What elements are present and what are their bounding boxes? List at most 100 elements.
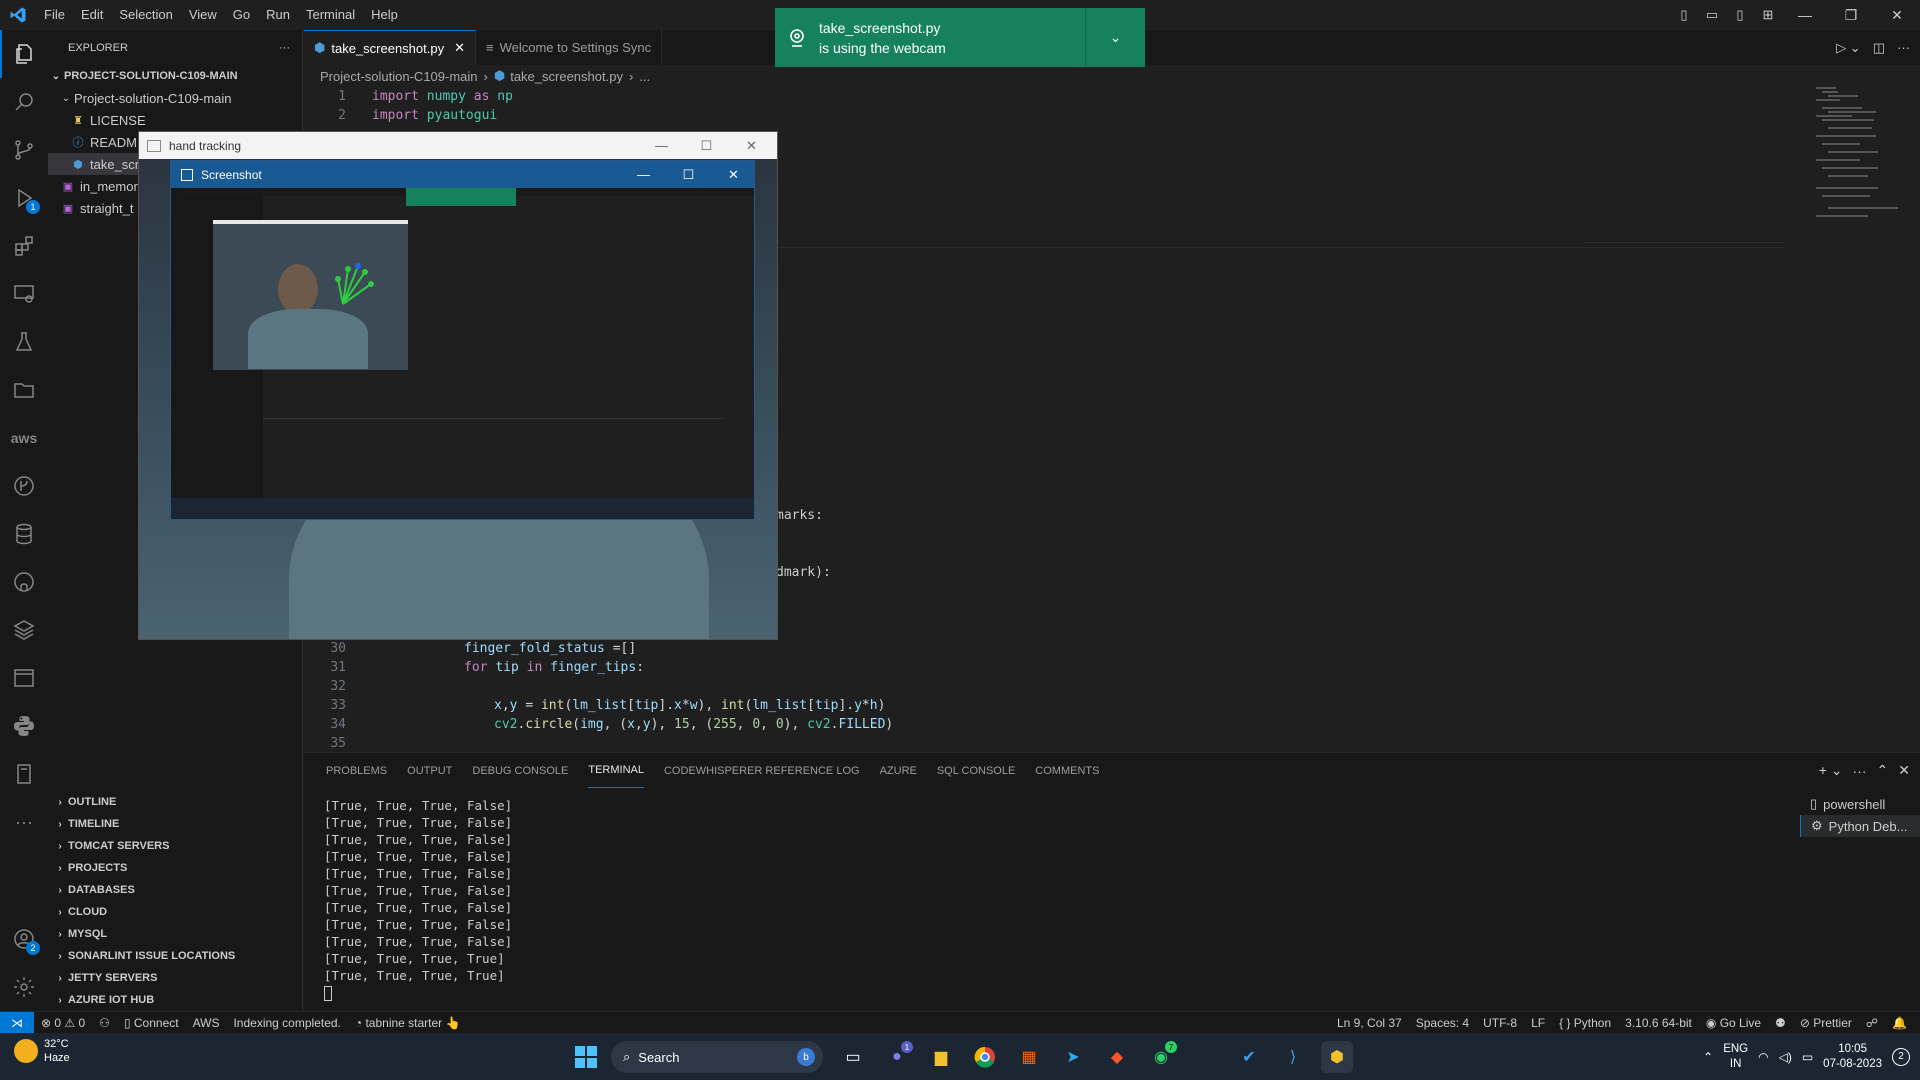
vscode-taskbar-icon[interactable]: ⟩	[1277, 1041, 1309, 1073]
telegram-icon[interactable]: ➤	[1057, 1041, 1089, 1073]
run-python-icon[interactable]: ▷ ⌄	[1836, 40, 1861, 56]
section-outline[interactable]: › OUTLINE	[48, 791, 302, 813]
microsoft-store-icon[interactable]: ▦	[1013, 1041, 1045, 1073]
hand-tracking-titlebar[interactable]: hand tracking — ☐ ✕	[139, 132, 777, 159]
problems-count[interactable]: ⊗ 0 ⚠ 0	[34, 1016, 92, 1030]
section-projects[interactable]: › PROJECTS	[48, 857, 302, 879]
indentation[interactable]: Spaces: 4	[1409, 1016, 1476, 1030]
menu-selection[interactable]: Selection	[111, 0, 180, 30]
todo-icon[interactable]: ✔	[1233, 1041, 1265, 1073]
run-debug-icon[interactable]: 1	[0, 174, 48, 222]
clock[interactable]: 10:05 07-08-2023	[1823, 1042, 1882, 1072]
close-window-button[interactable]: ✕	[1874, 0, 1920, 30]
copilot-icon[interactable]: ⚉	[1768, 1016, 1793, 1030]
aws-icon[interactable]: aws	[0, 414, 48, 462]
explorer-more-icon[interactable]: ···	[279, 42, 290, 54]
section-databases[interactable]: › DATABASES	[48, 879, 302, 901]
tray-overflow-icon[interactable]: ⌃	[1703, 1050, 1713, 1064]
encoding[interactable]: UTF-8	[1476, 1016, 1524, 1030]
aws-status[interactable]: AWS	[186, 1016, 227, 1030]
weather-widget[interactable]: 32°C Haze	[14, 1037, 70, 1065]
extensions-icon[interactable]	[0, 222, 48, 270]
tab-take-screenshot[interactable]: ⬢ take_screenshot.py ✕	[304, 30, 476, 65]
restore-button[interactable]: ❐	[1828, 0, 1874, 30]
section-mysql[interactable]: › MYSQL	[48, 923, 302, 945]
breadcrumb-symbol[interactable]: ...	[639, 69, 650, 84]
toggle-panel-icon[interactable]: ▭	[1698, 0, 1726, 30]
feedback-icon[interactable]: ☍	[1859, 1016, 1885, 1030]
cursor-position[interactable]: Ln 9, Col 37	[1330, 1016, 1409, 1030]
prettier[interactable]: ⊘ Prettier	[1793, 1016, 1859, 1030]
tab-output[interactable]: OUTPUT	[407, 753, 452, 788]
whatsapp-icon[interactable]: ◉ 7	[1145, 1041, 1177, 1073]
more-actions-icon[interactable]: ···	[1897, 40, 1910, 55]
close-panel-icon[interactable]: ✕	[1898, 762, 1910, 779]
screenshot-window[interactable]: Screenshot — ☐ ✕	[170, 160, 755, 520]
teams-icon[interactable]: ● 1	[881, 1041, 913, 1073]
workspace-root[interactable]: ⌄ PROJECT-SOLUTION-C109-MAIN	[48, 65, 302, 87]
minimize-button[interactable]: —	[639, 132, 684, 159]
maximize-button[interactable]: ☐	[666, 161, 711, 188]
screenshot-titlebar[interactable]: Screenshot — ☐ ✕	[171, 161, 754, 188]
section-azure-iot-hub[interactable]: › AZURE IOT HUB	[48, 989, 302, 1011]
database-icon[interactable]	[0, 510, 48, 558]
chevron-down-icon[interactable]: ⌄	[1085, 8, 1145, 67]
tab-settings-sync[interactable]: ≡ Welcome to Settings Sync	[476, 30, 663, 65]
toggle-secondary-sidebar-icon[interactable]: ▯	[1726, 0, 1754, 30]
toggle-sidebar-icon[interactable]: ▯	[1670, 0, 1698, 30]
go-live[interactable]: ◉ Go Live	[1699, 1016, 1768, 1030]
wifi-icon[interactable]: ◠	[1758, 1050, 1768, 1064]
tab-codewhisperer-log[interactable]: CODEWHISPERER REFERENCE LOG	[664, 753, 860, 788]
tab-azure[interactable]: AZURE	[880, 753, 917, 788]
tab-problems[interactable]: PROBLEMS	[326, 753, 387, 788]
python-taskbar-icon[interactable]: ⬢	[1321, 1041, 1353, 1073]
file-explorer-icon[interactable]: ▆	[925, 1041, 957, 1073]
menu-file[interactable]: File	[36, 0, 73, 30]
layers-icon[interactable]	[0, 606, 48, 654]
section-sonarlint[interactable]: › SONARLINT ISSUE LOCATIONS	[48, 945, 302, 967]
webcam-notification[interactable]: take_screenshot.py is using the webcam ⌄	[775, 8, 1145, 67]
language-indicator[interactable]: ENG IN	[1723, 1042, 1748, 1072]
tab-terminal[interactable]: TERMINAL	[588, 753, 644, 788]
settings-icon[interactable]	[0, 963, 48, 1011]
brave-icon[interactable]: ◆	[1101, 1041, 1133, 1073]
maximize-button[interactable]: ☐	[684, 132, 729, 159]
language-mode[interactable]: { } Python	[1552, 1016, 1618, 1030]
explorer-icon[interactable]	[0, 30, 48, 78]
python-interpreter[interactable]: 3.10.6 64-bit	[1618, 1016, 1699, 1030]
customize-layout-icon[interactable]: ⊞	[1754, 0, 1782, 30]
tab-debug-console[interactable]: DEBUG CONSOLE	[472, 753, 568, 788]
split-editor-icon[interactable]: ◫	[1873, 40, 1885, 56]
new-terminal-icon[interactable]: + ⌄	[1819, 762, 1843, 779]
tree-folder[interactable]: ⌄ Project-solution-C109-main	[48, 87, 302, 109]
line-ending[interactable]: LF	[1524, 1016, 1552, 1030]
terminal-output[interactable]: [True, True, True, False] [True, True, Tr…	[324, 797, 512, 1001]
menu-terminal[interactable]: Terminal	[298, 0, 363, 30]
terminal-item-python-debug[interactable]: ⚙ Python Deb...	[1800, 815, 1920, 837]
battery-icon[interactable]: ▭	[1802, 1050, 1813, 1064]
breadcrumb-folder[interactable]: Project-solution-C109-main	[320, 69, 478, 84]
terminal-item-powershell[interactable]: ▯ powershell	[1800, 793, 1920, 815]
maximize-panel-icon[interactable]: ⌃	[1877, 762, 1889, 779]
menu-edit[interactable]: Edit	[73, 0, 111, 30]
more-icon[interactable]: ···	[0, 798, 48, 846]
minimize-button[interactable]: —	[621, 161, 666, 188]
tab-sql-console[interactable]: SQL CONSOLE	[937, 753, 1015, 788]
menu-run[interactable]: Run	[258, 0, 298, 30]
remote-indicator-icon[interactable]: ⋊	[0, 1011, 34, 1034]
tabnine-status[interactable]: ◔ tabnine starter 👆	[348, 1016, 468, 1030]
section-jetty-servers[interactable]: › JETTY SERVERS	[48, 967, 302, 989]
section-cloud[interactable]: › CLOUD	[48, 901, 302, 923]
source-control-icon[interactable]	[0, 126, 48, 174]
terminal-panel-icon[interactable]	[0, 654, 48, 702]
close-window-button[interactable]: ✕	[711, 161, 756, 188]
remote-explorer-icon[interactable]	[0, 270, 48, 318]
github-icon[interactable]	[0, 558, 48, 606]
more-icon[interactable]: ···	[1853, 763, 1867, 779]
taskbar-search[interactable]: ⌕ Search b	[611, 1041, 823, 1073]
tree-file[interactable]: ♜ LICENSE	[48, 109, 302, 131]
notification-center-badge[interactable]: 2	[1892, 1047, 1910, 1066]
debug-connect-icon[interactable]: ⚇	[92, 1016, 117, 1030]
minimap[interactable]	[1816, 87, 1906, 237]
tab-comments[interactable]: COMMENTS	[1035, 753, 1099, 788]
